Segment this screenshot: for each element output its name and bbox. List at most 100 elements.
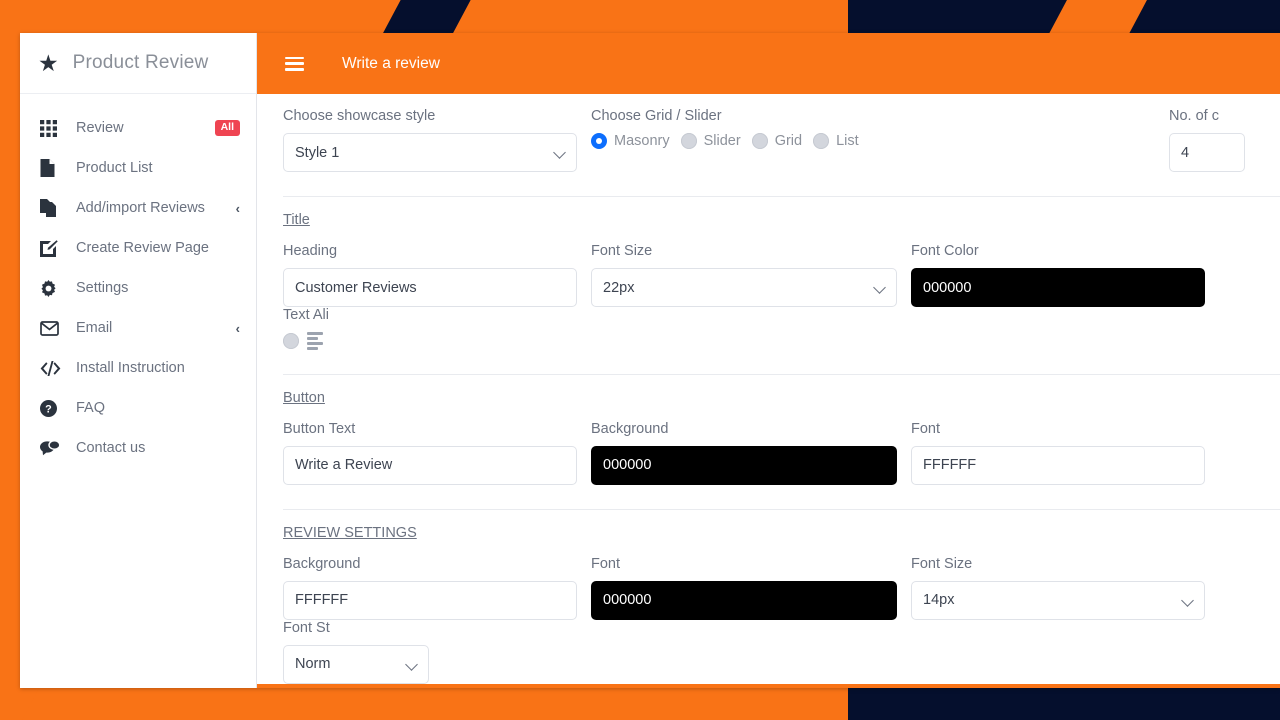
review-font-size-select[interactable]: 14px bbox=[911, 581, 1205, 620]
field-showcase-style: Choose showcase style Style 1 bbox=[283, 108, 591, 172]
sidebar-item-contact-us[interactable]: Contact us bbox=[20, 428, 256, 468]
select-wrapper: 14px bbox=[911, 581, 1205, 620]
app-window: ★ Product Review Review All Product List bbox=[20, 33, 1280, 688]
review-font-input[interactable] bbox=[591, 581, 897, 620]
radio-option-slider[interactable]: Slider bbox=[681, 133, 741, 149]
field-button-text: Button Text bbox=[283, 421, 591, 485]
field-label: Choose Grid / Slider bbox=[591, 108, 897, 124]
field-label: Font Size bbox=[911, 556, 1205, 572]
button-text-input[interactable] bbox=[283, 446, 577, 485]
field-review-font-style: Font St Norm bbox=[283, 620, 443, 684]
field-label: Font Size bbox=[591, 243, 897, 259]
chevron-left-icon: ‹ bbox=[236, 201, 240, 216]
radio-indicator-selected bbox=[591, 133, 607, 149]
review-font-style-select[interactable]: Norm bbox=[283, 645, 429, 684]
field-label: Font St bbox=[283, 620, 429, 636]
brand-name: Product Review bbox=[73, 52, 209, 74]
field-title-font-color: Font Color bbox=[911, 243, 1219, 307]
chevron-left-icon: ‹ bbox=[236, 321, 240, 336]
sidebar-item-email[interactable]: Email ‹ bbox=[20, 308, 256, 348]
form-row-title: Title Heading Font Size 22px bbox=[283, 197, 1280, 375]
radio-option-masonry[interactable]: Masonry bbox=[591, 133, 670, 149]
svg-text:?: ? bbox=[45, 403, 52, 415]
grid-slider-radio-group: Masonry Slider Grid bbox=[591, 133, 897, 149]
sidebar-item-label: Email bbox=[76, 320, 222, 336]
status-badge: All bbox=[215, 120, 240, 136]
review-background-input[interactable] bbox=[283, 581, 577, 620]
showcase-style-select[interactable]: Style 1 bbox=[283, 133, 577, 172]
topbar: Write a review bbox=[257, 33, 1280, 94]
sidebar-item-settings[interactable]: Settings bbox=[20, 268, 256, 308]
sidebar-item-review[interactable]: Review All bbox=[20, 108, 256, 148]
title-font-color-input[interactable] bbox=[911, 268, 1205, 307]
field-heading: Heading bbox=[283, 243, 591, 307]
radio-label: List bbox=[836, 133, 859, 149]
grid-icon bbox=[40, 118, 62, 138]
section-link-title[interactable]: Title bbox=[283, 212, 310, 228]
title-font-size-select[interactable]: 22px bbox=[591, 268, 897, 307]
settings-form: Choose showcase style Style 1 Choose Gri… bbox=[257, 94, 1280, 688]
section-link-button[interactable]: Button bbox=[283, 390, 325, 406]
form-row-review-settings: REVIEW SETTINGS Background Font Font Siz… bbox=[283, 510, 1280, 688]
text-align-control[interactable] bbox=[283, 332, 429, 350]
section-header-button: Button bbox=[283, 389, 1280, 421]
sidebar-item-label: Settings bbox=[76, 280, 240, 296]
columns-input[interactable] bbox=[1169, 133, 1245, 172]
radio-indicator bbox=[681, 133, 697, 149]
sidebar-item-label: Contact us bbox=[76, 440, 240, 456]
form-row-button: Button Button Text Background Font bbox=[283, 375, 1280, 510]
pencil-square-icon bbox=[40, 238, 62, 258]
sidebar-item-add-import-reviews[interactable]: Add/import Reviews ‹ bbox=[20, 188, 256, 228]
select-wrapper: Norm bbox=[283, 645, 429, 684]
sidebar-item-label: Install Instruction bbox=[76, 360, 240, 376]
field-review-background: Background bbox=[283, 556, 591, 620]
field-label: Button Text bbox=[283, 421, 577, 437]
sidebar-item-label: Create Review Page bbox=[76, 240, 240, 256]
page-title: Write a review bbox=[342, 55, 440, 73]
heading-input[interactable] bbox=[283, 268, 577, 307]
button-background-input[interactable] bbox=[591, 446, 897, 485]
field-label: Background bbox=[591, 421, 897, 437]
star-icon: ★ bbox=[38, 52, 59, 75]
field-title-font-size: Font Size 22px bbox=[591, 243, 911, 307]
gear-icon bbox=[40, 278, 62, 298]
field-review-font-size: Font Size 14px bbox=[911, 556, 1219, 620]
field-label: Background bbox=[283, 556, 577, 572]
field-label: No. of c bbox=[1169, 108, 1245, 124]
field-label: Font Color bbox=[911, 243, 1205, 259]
select-wrapper: 22px bbox=[591, 268, 897, 307]
section-link-review-settings[interactable]: REVIEW SETTINGS bbox=[283, 525, 417, 541]
radio-indicator bbox=[813, 133, 829, 149]
sidebar-item-label: Product List bbox=[76, 160, 240, 176]
radio-label: Grid bbox=[775, 133, 802, 149]
sidebar-item-install-instruction[interactable]: Install Instruction bbox=[20, 348, 256, 388]
hamburger-icon[interactable] bbox=[285, 57, 304, 71]
brand-header: ★ Product Review bbox=[20, 33, 256, 94]
field-text-align: Text Ali bbox=[283, 307, 443, 350]
field-columns: No. of c bbox=[1169, 108, 1259, 172]
section-header-title: Title bbox=[283, 211, 1280, 243]
radio-option-list[interactable]: List bbox=[813, 133, 859, 149]
form-row-showcase: Choose showcase style Style 1 Choose Gri… bbox=[283, 94, 1280, 197]
text-align-icon bbox=[307, 332, 323, 350]
field-label: Font bbox=[911, 421, 1205, 437]
file-icon bbox=[40, 158, 62, 178]
radio-label: Masonry bbox=[614, 133, 670, 149]
radio-option-grid[interactable]: Grid bbox=[752, 133, 802, 149]
sidebar-item-create-review-page[interactable]: Create Review Page bbox=[20, 228, 256, 268]
sidebar-item-faq[interactable]: ? FAQ bbox=[20, 388, 256, 428]
sidebar-item-label: Review bbox=[76, 120, 201, 136]
section-header-review-settings: REVIEW SETTINGS bbox=[283, 524, 1280, 556]
field-label: Choose showcase style bbox=[283, 108, 577, 124]
main-area: Write a review Choose showcase style Sty… bbox=[257, 33, 1280, 688]
settings-panel: Choose showcase style Style 1 Choose Gri… bbox=[257, 94, 1280, 688]
sidebar-item-label: FAQ bbox=[76, 400, 240, 416]
button-font-input[interactable] bbox=[911, 446, 1205, 485]
field-label: Heading bbox=[283, 243, 577, 259]
field-label: Font bbox=[591, 556, 897, 572]
select-wrapper: Style 1 bbox=[283, 133, 577, 172]
field-label: Text Ali bbox=[283, 307, 429, 323]
sidebar-item-product-list[interactable]: Product List bbox=[20, 148, 256, 188]
field-button-background: Background bbox=[591, 421, 911, 485]
chat-bubbles-icon bbox=[40, 438, 62, 458]
